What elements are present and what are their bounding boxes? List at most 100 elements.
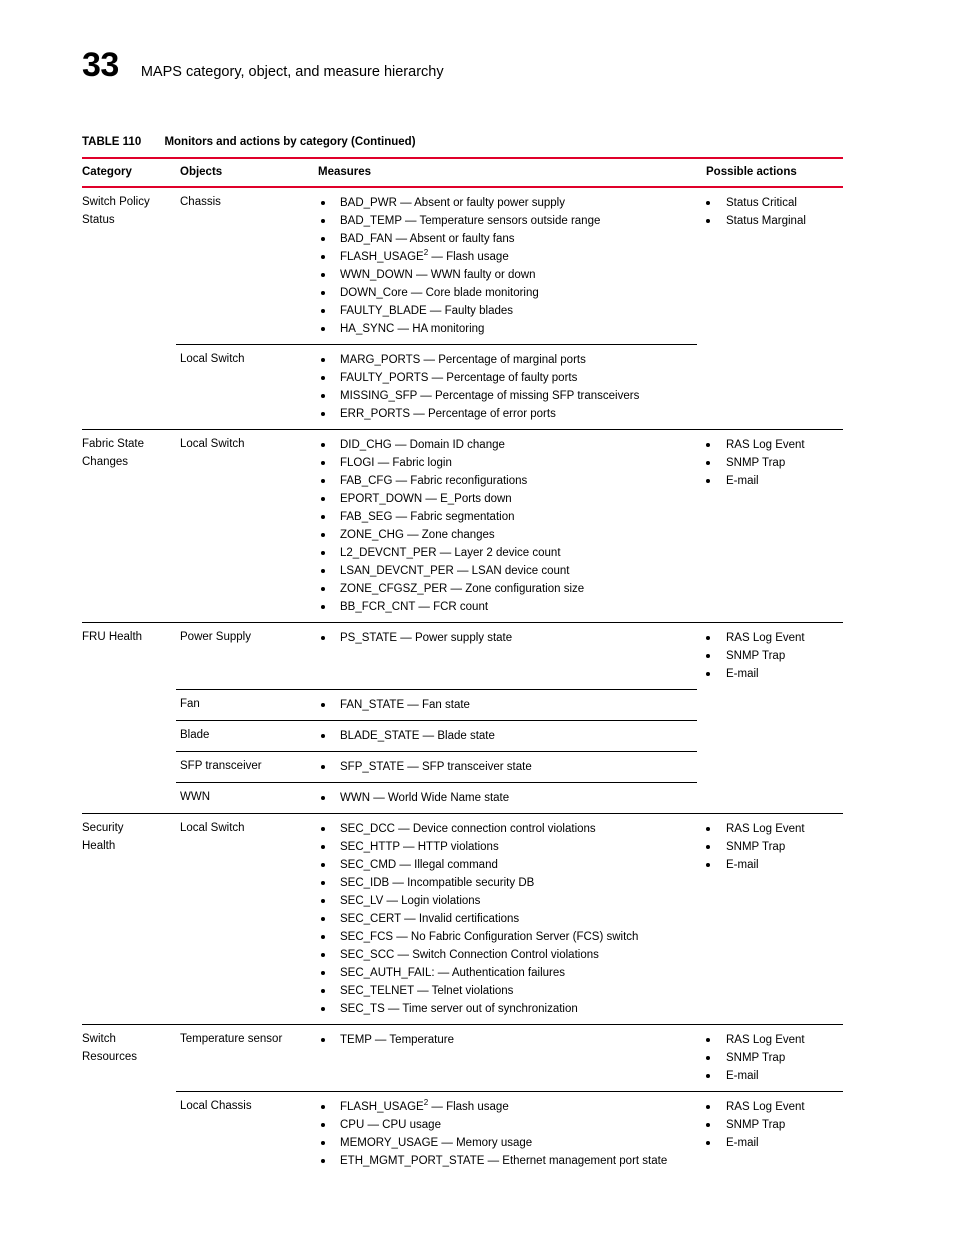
action-item: SNMP Trap (706, 454, 851, 472)
cell-measures: PS_STATE — Power supply state (318, 629, 706, 683)
cell-measures: TEMP — Temperature (318, 1031, 706, 1085)
cell-actions (706, 758, 851, 776)
table-row: Fan FAN_STATE — Fan state (82, 690, 843, 720)
measure-item: ZONE_CHG — Zone changes (318, 526, 706, 544)
chapter-number: 33 (82, 46, 119, 84)
table-row: WWN WWN — World Wide Name state (82, 783, 843, 813)
measure-item: SEC_DCC — Device connection control viol… (318, 820, 706, 838)
category-label: Switch Policy (82, 196, 150, 208)
table-body: Switch Policy Status Chassis BAD_PWR — Abse… (82, 188, 843, 1176)
measure-item: FLASH_USAGE2 — Flash usage (318, 1098, 706, 1116)
measure-list: SEC_DCC — Device connection control viol… (318, 820, 706, 1018)
measure-item: SFP_STATE — SFP transceiver state (318, 758, 706, 776)
action-item: RAS Log Event (706, 436, 851, 454)
measure-item: SEC_FCS — No Fabric Configuration Server… (318, 928, 706, 946)
monitors-and-actions-table: Category Objects Measures Possible actio… (82, 157, 843, 1176)
cell-object: Blade (180, 729, 210, 741)
measure-item: DOWN_Core — Core blade monitoring (318, 284, 706, 302)
category-label: Status (82, 213, 115, 226)
cell-measures: BLADE_STATE — Blade state (318, 727, 706, 745)
action-list: RAS Log Event SNMP Trap E-mail (706, 629, 851, 683)
measure-list: MARG_PORTS — Percentage of marginal port… (318, 351, 706, 423)
measure-item: SEC_AUTH_FAIL: — Authentication failures (318, 964, 706, 982)
cell-measures: FLASH_USAGE2 — Flash usage CPU — CPU usag… (318, 1098, 706, 1170)
cell-object: Chassis (180, 196, 221, 208)
action-item: RAS Log Event (706, 629, 851, 647)
measure-item: SEC_SCC — Switch Connection Control viol… (318, 946, 706, 964)
category-label: Security (82, 822, 124, 834)
action-list: RAS Log Event SNMP Trap E-mail (706, 436, 851, 490)
table-row: Security Health Local Switch SEC_DCC — Devi… (82, 814, 843, 1024)
cell-object: Local Switch (180, 353, 245, 365)
action-item: Status Marginal (706, 212, 851, 230)
cell-actions (706, 351, 851, 423)
measure-item: FAN_STATE — Fan state (318, 696, 706, 714)
cell-object: Local Chassis (180, 1100, 252, 1112)
cell-category (82, 758, 180, 776)
table-row: SFP transceiver SFP_STATE — SFP transceiv… (82, 752, 843, 782)
measure-item: FLASH_USAGE2 — Flash usage (318, 248, 706, 266)
cell-category (82, 1098, 180, 1170)
action-list: Status Critical Status Marginal (706, 194, 851, 230)
measure-item: MEMORY_USAGE — Memory usage (318, 1134, 706, 1152)
measure-item: MISSING_SFP — Percentage of missing SFP … (318, 387, 706, 405)
measure-item: BAD_PWR — Absent or faulty power supply (318, 194, 706, 212)
action-item: SNMP Trap (706, 1116, 851, 1134)
chapter-title: MAPS category, object, and measure hiera… (140, 64, 444, 80)
cell-object: WWN (180, 791, 211, 803)
cell-category (82, 696, 180, 714)
cell-category (82, 351, 180, 423)
column-header-measures: Measures (318, 166, 372, 178)
measure-item: SEC_LV — Login violations (318, 892, 706, 910)
measure-item: TEMP — Temperature (318, 1031, 706, 1049)
cell-actions (706, 727, 851, 745)
action-item: E-mail (706, 1134, 851, 1152)
table-row: Local Chassis FLASH_USAGE2 — Flash usage C… (82, 1092, 843, 1176)
measure-item: BLADE_STATE — Blade state (318, 727, 706, 745)
measure-list: BAD_PWR — Absent or faulty power supply B… (318, 194, 706, 338)
action-item: Status Critical (706, 194, 851, 212)
table-row: FRU Health Power Supply PS_STATE — Power s… (82, 623, 843, 689)
action-item: E-mail (706, 1067, 851, 1085)
page-header: 33 MAPS category, object, and measure hi… (82, 48, 444, 82)
cell-actions: RAS Log Event SNMP Trap E-mail (706, 1098, 851, 1170)
cell-category: FRU Health (82, 629, 180, 683)
action-item: RAS Log Event (706, 1098, 851, 1116)
cell-object: Power Supply (180, 631, 251, 643)
measure-item: ERR_PORTS — Percentage of error ports (318, 405, 706, 423)
measure-list: DID_CHG — Domain ID change FLOGI — Fabric… (318, 436, 706, 616)
cell-actions: RAS Log Event SNMP Trap E-mail (706, 820, 851, 1018)
action-item: SNMP Trap (706, 1049, 851, 1067)
measure-list: SFP_STATE — SFP transceiver state (318, 758, 706, 776)
measure-item: BAD_FAN — Absent or faulty fans (318, 230, 706, 248)
measure-item: L2_DEVCNT_PER — Layer 2 device count (318, 544, 706, 562)
measure-item: LSAN_DEVCNT_PER — LSAN device count (318, 562, 706, 580)
cell-measures: WWN — World Wide Name state (318, 789, 706, 807)
cell-category: Switch Resources (82, 1031, 180, 1085)
cell-measures: SEC_DCC — Device connection control viol… (318, 820, 706, 1018)
measure-item: BAD_TEMP — Temperature sensors outside r… (318, 212, 706, 230)
measure-list: BLADE_STATE — Blade state (318, 727, 706, 745)
cell-measures: FAN_STATE — Fan state (318, 696, 706, 714)
measure-item: WWN_DOWN — WWN faulty or down (318, 266, 706, 284)
action-item: E-mail (706, 665, 851, 683)
cell-category: Security Health (82, 820, 180, 1018)
measure-item: MARG_PORTS — Percentage of marginal port… (318, 351, 706, 369)
footnote-ref: 2 (423, 248, 429, 258)
cell-actions (706, 789, 851, 807)
category-label: FRU Health (82, 631, 143, 643)
cell-category (82, 727, 180, 745)
footnote-ref: 2 (423, 1098, 429, 1108)
cell-object: Fan (180, 698, 200, 710)
cell-category (82, 789, 180, 807)
cell-category: Fabric State Changes (82, 436, 180, 616)
table-row: Fabric State Changes Local Switch DID_CHG —… (82, 430, 843, 622)
measure-list: WWN — World Wide Name state (318, 789, 706, 807)
cell-object: Local Switch (180, 822, 245, 834)
action-item: SNMP Trap (706, 838, 851, 856)
table-caption: TABLE 110 Monitors and actions by catego… (82, 136, 416, 148)
cell-actions: RAS Log Event SNMP Trap E-mail (706, 436, 851, 616)
table-caption-label: TABLE 110 (82, 136, 142, 148)
action-list: RAS Log Event SNMP Trap E-mail (706, 820, 851, 874)
measure-item: ZONE_CFGSZ_PER — Zone configuration size (318, 580, 706, 598)
